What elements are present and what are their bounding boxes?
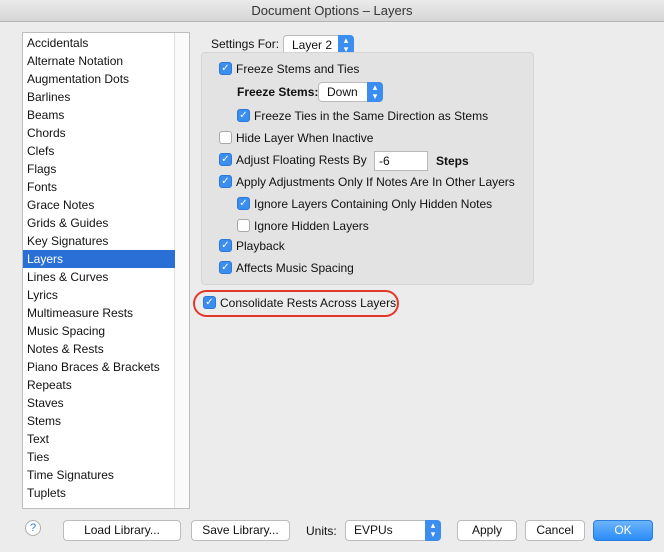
sidebar-item-tuplets[interactable]: Tuplets [23, 484, 175, 502]
steps-label: Steps [436, 154, 469, 168]
ignore-hidden-only-checkbox[interactable]: ✓ [237, 197, 250, 210]
freeze-stems-label: Freeze Stems: [237, 85, 319, 99]
load-library-button[interactable]: Load Library... [63, 520, 181, 541]
sidebar-item-notes-rests[interactable]: Notes & Rests [23, 340, 175, 358]
freeze-stems-ties-label[interactable]: Freeze Stems and Ties [236, 62, 359, 76]
units-value: EVPUs [354, 523, 393, 537]
sidebar-item-repeats[interactable]: Repeats [23, 376, 175, 394]
sidebar-item-accidentals[interactable]: Accidentals [23, 34, 175, 52]
freeze-stems-value: Down [327, 85, 358, 99]
sidebar-item-key-signatures[interactable]: Key Signatures [23, 232, 175, 250]
sidebar-item-staves[interactable]: Staves [23, 394, 175, 412]
ok-button[interactable]: OK [593, 520, 653, 541]
sidebar-item-multimeasure-rests[interactable]: Multimeasure Rests [23, 304, 175, 322]
apply-button[interactable]: Apply [457, 520, 517, 541]
sidebar-item-lyrics[interactable]: Lyrics [23, 286, 175, 304]
apply-adj-label[interactable]: Apply Adjustments Only If Notes Are In O… [236, 175, 515, 189]
sidebar-item-flags[interactable]: Flags [23, 160, 175, 178]
updown-icon: ▴ ▾ [367, 82, 383, 102]
affects-spacing-label[interactable]: Affects Music Spacing [236, 261, 354, 275]
freeze-ties-checkbox[interactable]: ✓ [237, 109, 250, 122]
cancel-button[interactable]: Cancel [525, 520, 585, 541]
sidebar-item-grids-guides[interactable]: Grids & Guides [23, 214, 175, 232]
sidebar-item-barlines[interactable]: Barlines [23, 88, 175, 106]
sidebar-item-chords[interactable]: Chords [23, 124, 175, 142]
list-scrollbar[interactable] [174, 33, 189, 508]
layer-select-value: Layer 2 [292, 38, 333, 52]
settings-for-label: Settings For: [211, 37, 280, 51]
adjust-rests-input[interactable]: -6 [374, 151, 428, 171]
ignore-hidden-checkbox[interactable] [237, 219, 250, 232]
help-button[interactable]: ? [25, 520, 41, 536]
sidebar-item-lines-curves[interactable]: Lines & Curves [23, 268, 175, 286]
sidebar-item-text[interactable]: Text [23, 430, 175, 448]
freeze-stems-ties-checkbox[interactable]: ✓ [219, 62, 232, 75]
highlight-ellipse [193, 290, 399, 317]
units-label: Units: [306, 524, 337, 538]
ignore-hidden-label[interactable]: Ignore Hidden Layers [254, 219, 369, 233]
playback-label[interactable]: Playback [236, 239, 285, 253]
updown-icon: ▴ ▾ [425, 520, 441, 541]
ignore-hidden-only-label[interactable]: Ignore Layers Containing Only Hidden Not… [254, 197, 492, 211]
sidebar-item-ties[interactable]: Ties [23, 448, 175, 466]
sidebar-item-stems[interactable]: Stems [23, 412, 175, 430]
sidebar-item-layers[interactable]: Layers [23, 250, 175, 268]
apply-adj-checkbox[interactable]: ✓ [219, 175, 232, 188]
sidebar-item-beams[interactable]: Beams [23, 106, 175, 124]
hide-layer-checkbox[interactable] [219, 131, 232, 144]
freeze-ties-label[interactable]: Freeze Ties in the Same Direction as Ste… [254, 109, 488, 123]
hide-layer-label[interactable]: Hide Layer When Inactive [236, 131, 373, 145]
sidebar-item-time-signatures[interactable]: Time Signatures [23, 466, 175, 484]
sidebar-item-alternate-notation[interactable]: Alternate Notation [23, 52, 175, 70]
playback-checkbox[interactable]: ✓ [219, 239, 232, 252]
units-select[interactable]: EVPUs ▴ ▾ [345, 520, 441, 541]
sidebar-item-clefs[interactable]: Clefs [23, 142, 175, 160]
sidebar-item-fonts[interactable]: Fonts [23, 178, 175, 196]
sidebar-item-piano-braces-brackets[interactable]: Piano Braces & Brackets [23, 358, 175, 376]
freeze-stems-select[interactable]: Down ▴ ▾ [318, 82, 383, 102]
affects-spacing-checkbox[interactable]: ✓ [219, 261, 232, 274]
sidebar-item-music-spacing[interactable]: Music Spacing [23, 322, 175, 340]
title-bar: Document Options – Layers [0, 0, 664, 22]
sidebar-item-grace-notes[interactable]: Grace Notes [23, 196, 175, 214]
category-list[interactable]: Accidentals Alternate Notation Augmentatio… [22, 32, 190, 509]
sidebar-item-augmentation-dots[interactable]: Augmentation Dots [23, 70, 175, 88]
save-library-button[interactable]: Save Library... [191, 520, 290, 541]
